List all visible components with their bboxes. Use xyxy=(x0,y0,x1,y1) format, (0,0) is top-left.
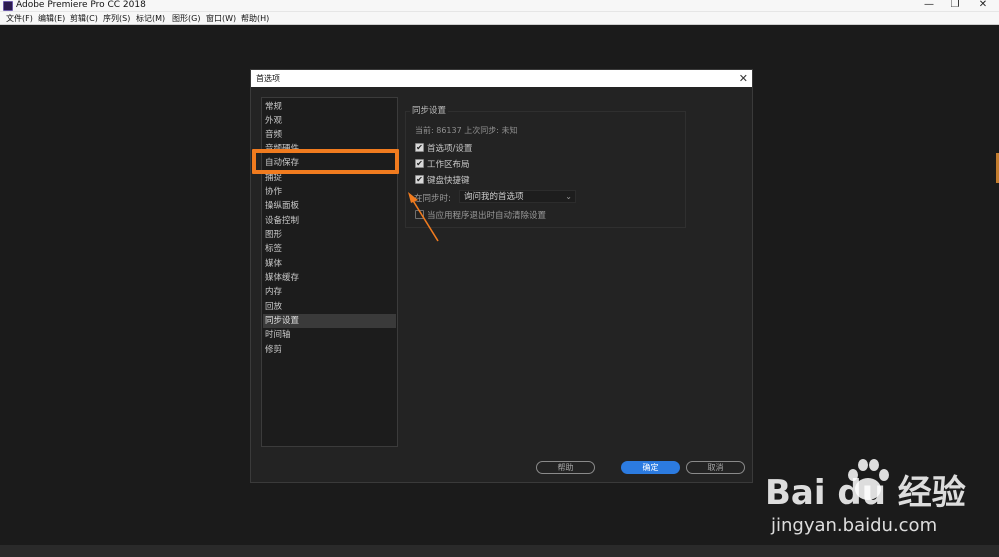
minimize-button[interactable]: — xyxy=(920,0,938,11)
dialog-titlebar: 首选项 ✕ xyxy=(251,70,752,87)
cancel-button[interactable]: 取消 xyxy=(686,461,745,474)
close-window-button[interactable]: ✕ xyxy=(974,0,992,11)
clear-on-exit-label: 当应用程序退出时自动清除设置 xyxy=(427,210,547,221)
category-device-control[interactable]: 设备控制 xyxy=(263,214,396,228)
category-media-cache[interactable]: 媒体缓存 xyxy=(263,271,396,285)
sync-shortcuts-label: 键盘快捷键 xyxy=(427,175,470,186)
watermark-url: jingyan.baidu.com xyxy=(771,515,938,536)
menu-graphics[interactable]: 图形(G) xyxy=(172,12,200,25)
on-sync-dropdown[interactable]: 询问我的首选项 ⌄ xyxy=(459,190,576,203)
menu-help[interactable]: 帮助(H) xyxy=(241,12,269,25)
menu-sequence[interactable]: 序列(S) xyxy=(103,12,130,25)
restore-button[interactable]: ❐ xyxy=(946,0,964,11)
menu-window[interactable]: 窗口(W) xyxy=(206,12,236,25)
category-timeline[interactable]: 时间轴 xyxy=(263,328,396,342)
menu-file[interactable]: 文件(F) xyxy=(6,12,33,25)
dialog-title: 首选项 xyxy=(256,74,280,83)
help-button[interactable]: 帮助 xyxy=(536,461,595,474)
sync-settings-heading: 同步设置 xyxy=(410,106,449,116)
bottom-status-strip xyxy=(0,545,999,557)
category-labels[interactable]: 标签 xyxy=(263,242,396,256)
clear-on-exit-option[interactable]: 当应用程序退出时自动清除设置 xyxy=(415,209,547,221)
premiere-app-icon xyxy=(3,1,13,11)
category-trim[interactable]: 修剪 xyxy=(263,343,396,357)
category-sync-settings[interactable]: 同步设置 xyxy=(263,314,396,328)
checkbox-unchecked-icon[interactable] xyxy=(415,210,424,219)
preferences-dialog: 首选项 ✕ 常规 外观 音频 音频硬件 自动保存 捕捉 协作 操纵面板 设备控制… xyxy=(250,69,753,483)
close-icon[interactable]: ✕ xyxy=(739,70,748,87)
watermark-brand: Bai du 经验 xyxy=(765,473,966,513)
menu-edit[interactable]: 编辑(E) xyxy=(38,12,65,25)
window-titlebar: Adobe Premiere Pro CC 2018 — ❐ ✕ xyxy=(0,0,999,12)
category-audio[interactable]: 音频 xyxy=(263,128,396,142)
category-playback[interactable]: 回放 xyxy=(263,300,396,314)
window-title: Adobe Premiere Pro CC 2018 xyxy=(16,0,146,10)
sync-preferences-option[interactable]: ✔ 首选项/设置 xyxy=(415,142,473,154)
sync-preferences-label: 首选项/设置 xyxy=(427,143,473,154)
category-general[interactable]: 常规 xyxy=(263,100,396,114)
category-collaboration[interactable]: 协作 xyxy=(263,185,396,199)
annotation-highlight-box xyxy=(252,149,399,174)
menu-markers[interactable]: 标记(M) xyxy=(136,12,165,25)
category-control-surface[interactable]: 操纵面板 xyxy=(263,199,396,213)
chevron-down-icon: ⌄ xyxy=(565,192,572,201)
sync-status-text: 当前: 86137 上次同步: 未知 xyxy=(415,126,518,135)
category-graphics[interactable]: 图形 xyxy=(263,228,396,242)
checkbox-checked-icon[interactable]: ✔ xyxy=(415,143,424,152)
sync-workspace-option[interactable]: ✔ 工作区布局 xyxy=(415,158,470,170)
checkbox-checked-icon[interactable]: ✔ xyxy=(415,175,424,184)
on-sync-selected-value: 询问我的首选项 xyxy=(464,192,524,202)
sync-shortcuts-option[interactable]: ✔ 键盘快捷键 xyxy=(415,174,470,186)
category-appearance[interactable]: 外观 xyxy=(263,114,396,128)
baidu-jingyan-watermark: Bai du 经验 jingyan.baidu.com xyxy=(765,455,995,545)
category-media[interactable]: 媒体 xyxy=(263,257,396,271)
category-memory[interactable]: 内存 xyxy=(263,285,396,299)
checkbox-checked-icon[interactable]: ✔ xyxy=(415,159,424,168)
on-sync-label: 在同步时: xyxy=(414,194,451,204)
sync-workspace-label: 工作区布局 xyxy=(427,159,470,170)
menu-clip[interactable]: 剪辑(C) xyxy=(70,12,98,25)
menu-bar: 文件(F) 编辑(E) 剪辑(C) 序列(S) 标记(M) 图形(G) 窗口(W… xyxy=(0,12,999,25)
ok-button[interactable]: 确定 xyxy=(621,461,680,474)
